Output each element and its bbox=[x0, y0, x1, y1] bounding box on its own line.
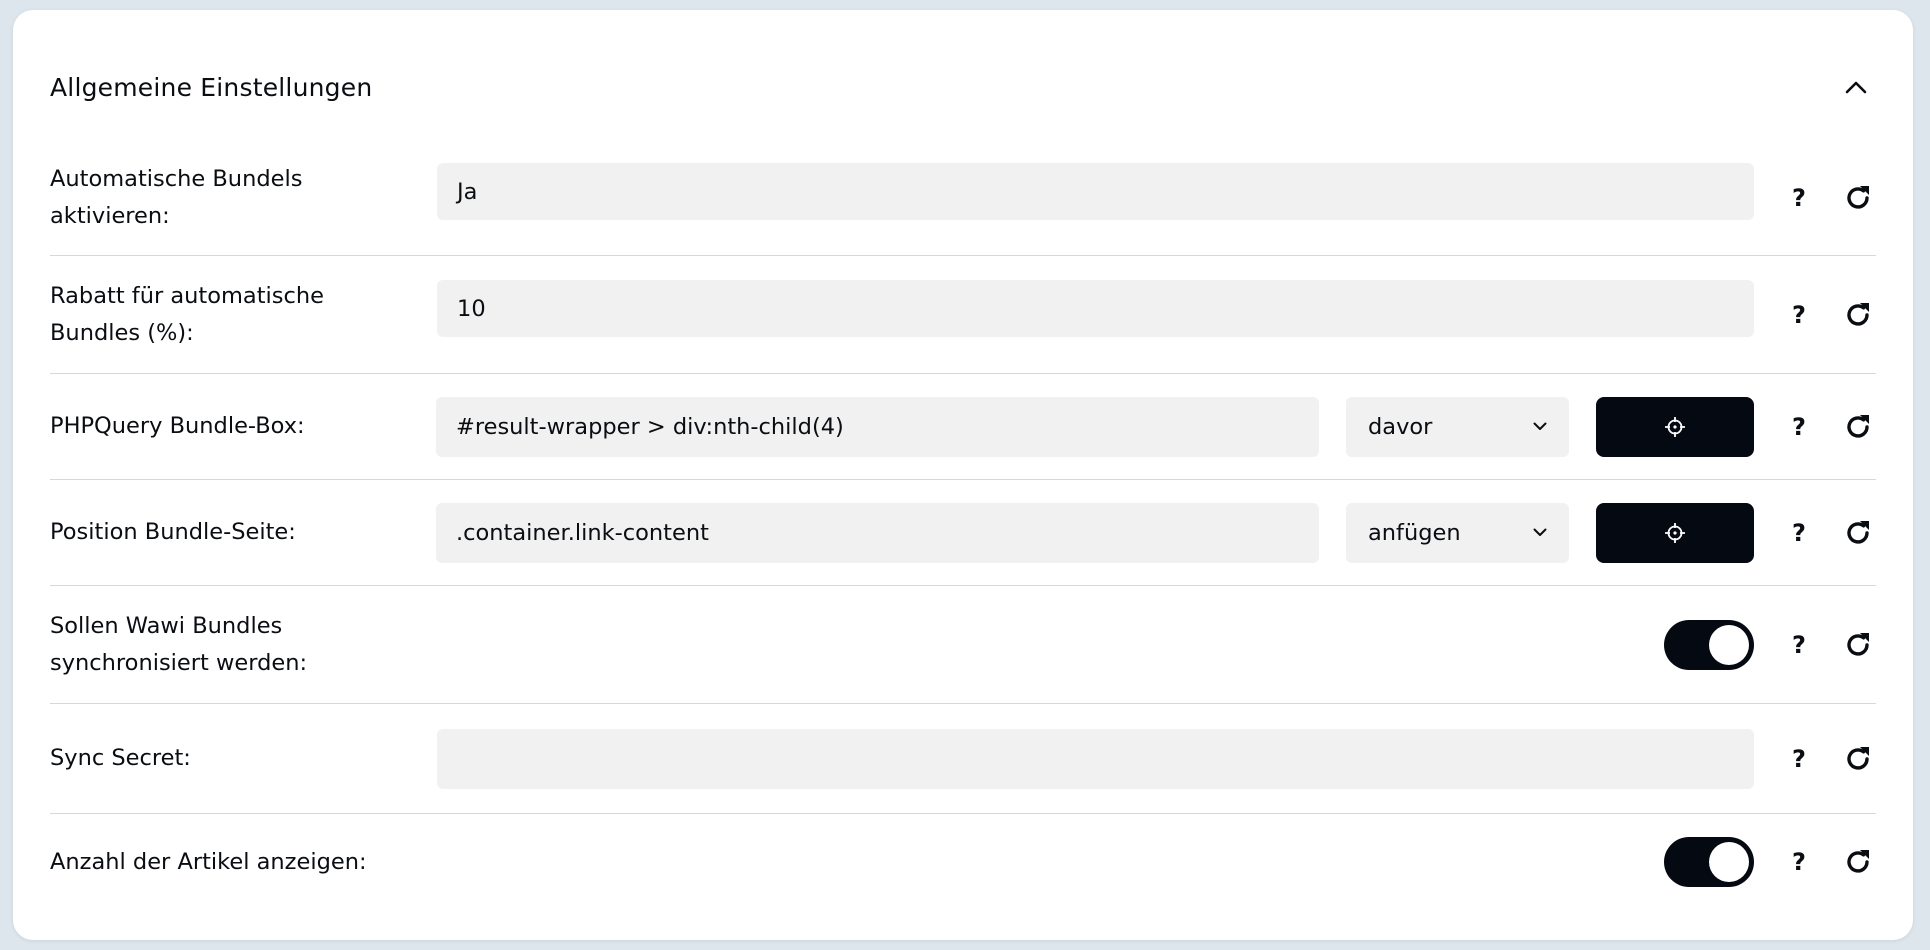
setting-label: Position Bundle-Seite: bbox=[50, 519, 296, 545]
setting-row-position-bundle-page: Position Bundle-Seite: .container.link-c… bbox=[50, 480, 1876, 586]
question-mark-icon[interactable]: ? bbox=[1784, 184, 1814, 212]
setting-label: Automatische Bundels aktivieren: bbox=[50, 165, 303, 229]
question-mark-icon[interactable]: ? bbox=[1784, 301, 1814, 329]
section-header[interactable]: Allgemeine Einstellungen bbox=[50, 50, 1876, 124]
sync-wawi-bundles-toggle[interactable] bbox=[1664, 619, 1754, 670]
reset-button[interactable] bbox=[1841, 628, 1875, 662]
reset-button[interactable] bbox=[1841, 742, 1875, 776]
show-item-count-toggle[interactable] bbox=[1664, 837, 1754, 887]
setting-label: Rabatt für automatische Bundles (%): bbox=[50, 282, 324, 346]
chevron-up-icon bbox=[1845, 81, 1867, 94]
question-mark-icon[interactable]: ? bbox=[1784, 413, 1814, 441]
reset-button[interactable] bbox=[1841, 845, 1875, 879]
element-picker-button[interactable] bbox=[1596, 396, 1754, 457]
reset-button[interactable] bbox=[1841, 410, 1875, 444]
select-value: anfügen bbox=[1368, 519, 1461, 546]
setting-row-sync-secret: Sync Secret: ? bbox=[50, 704, 1876, 814]
question-mark-icon[interactable]: ? bbox=[1784, 848, 1814, 876]
settings-list: Automatische Bundels aktivieren: Ja ? Ra… bbox=[50, 140, 1876, 910]
question-mark-icon[interactable]: ? bbox=[1784, 745, 1814, 773]
discount-input[interactable]: 10 bbox=[437, 280, 1754, 337]
select-value: davor bbox=[1368, 413, 1433, 440]
crosshair-icon bbox=[1665, 522, 1685, 543]
phpquery-selector-input[interactable]: #result-wrapper > div:nth-child(4) bbox=[436, 396, 1319, 457]
element-picker-button[interactable] bbox=[1596, 502, 1754, 563]
refresh-icon bbox=[1847, 414, 1869, 438]
refresh-icon bbox=[1847, 746, 1869, 770]
insert-position-select[interactable]: davor bbox=[1346, 396, 1569, 457]
refresh-icon bbox=[1847, 632, 1869, 656]
section-title: Allgemeine Einstellungen bbox=[50, 72, 373, 102]
setting-label: Anzahl der Artikel anzeigen: bbox=[50, 848, 367, 875]
toggle-knob bbox=[1709, 842, 1749, 882]
question-mark-icon[interactable]: ? bbox=[1784, 631, 1814, 659]
setting-row-sync-wawi-bundles: Sollen Wawi Bundles synchronisiert werde… bbox=[50, 586, 1876, 704]
refresh-icon bbox=[1847, 520, 1869, 544]
setting-row-phpquery-box: PHPQuery Bundle-Box: #result-wrapper > d… bbox=[50, 374, 1876, 480]
collapse-button[interactable] bbox=[1836, 67, 1876, 107]
position-selector-input[interactable]: .container.link-content bbox=[436, 502, 1319, 563]
setting-label: Sollen Wawi Bundles synchronisiert werde… bbox=[50, 612, 308, 676]
setting-label: Sync Secret: bbox=[50, 745, 191, 771]
refresh-icon bbox=[1847, 302, 1869, 326]
setting-row-discount: Rabatt für automatische Bundles (%): 10 … bbox=[50, 256, 1876, 374]
refresh-icon bbox=[1847, 850, 1869, 873]
reset-button[interactable] bbox=[1841, 181, 1875, 215]
toggle-knob bbox=[1709, 624, 1749, 665]
chevron-down-icon bbox=[1533, 528, 1547, 536]
question-mark-icon[interactable]: ? bbox=[1784, 519, 1814, 547]
insert-position-select[interactable]: anfügen bbox=[1346, 502, 1569, 563]
auto-bundles-input[interactable]: Ja bbox=[437, 163, 1754, 220]
refresh-icon bbox=[1847, 185, 1869, 209]
setting-label: PHPQuery Bundle-Box: bbox=[50, 413, 305, 439]
crosshair-icon bbox=[1665, 416, 1685, 437]
settings-card: Allgemeine Einstellungen Automatische Bu… bbox=[13, 10, 1913, 940]
sync-secret-input[interactable] bbox=[437, 728, 1754, 789]
reset-button[interactable] bbox=[1841, 298, 1875, 332]
setting-row-show-item-count: Anzahl der Artikel anzeigen: ? bbox=[50, 814, 1876, 910]
reset-button[interactable] bbox=[1841, 516, 1875, 550]
setting-row-auto-bundles: Automatische Bundels aktivieren: Ja ? bbox=[50, 140, 1876, 256]
chevron-down-icon bbox=[1533, 422, 1547, 430]
